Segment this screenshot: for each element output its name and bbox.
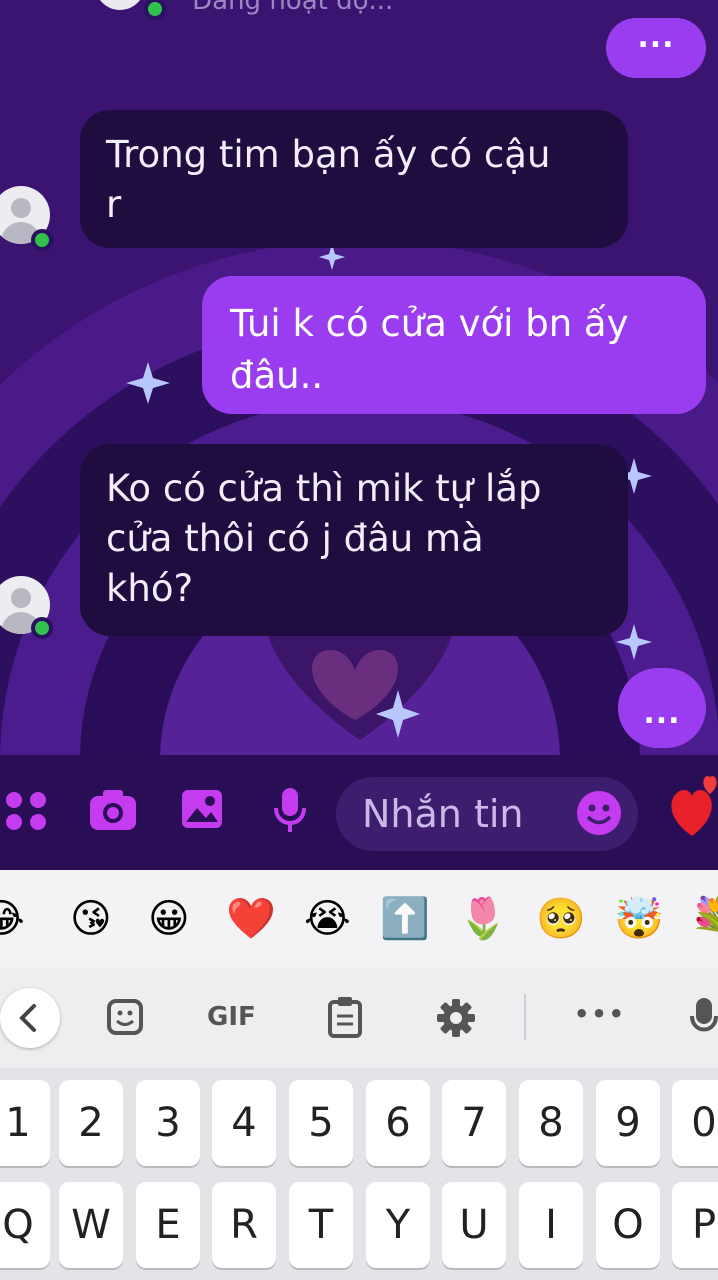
emoji-suggestion[interactable]: 🥺 bbox=[536, 894, 586, 944]
clipboard-icon[interactable] bbox=[327, 996, 363, 1038]
message-text: đâu.. bbox=[230, 354, 324, 397]
key[interactable]: 5 bbox=[289, 1080, 353, 1166]
key[interactable]: 9 bbox=[596, 1080, 660, 1166]
sticker-icon[interactable] bbox=[106, 998, 144, 1036]
incoming-message-bubble[interactable]: Trong tim bạn ấy có cậu r bbox=[80, 110, 628, 248]
emoji-suggestion[interactable]: 😂 bbox=[0, 894, 25, 944]
emoji-suggestion[interactable]: 💐 bbox=[690, 894, 718, 944]
key[interactable]: P bbox=[672, 1182, 718, 1268]
sent-message-tail: ... bbox=[606, 18, 706, 78]
key[interactable]: 0 bbox=[672, 1080, 718, 1166]
active-status: Đang hoạt độ... bbox=[192, 0, 394, 16]
emoji-suggestion[interactable]: 😘 bbox=[70, 894, 112, 944]
emoji-suggestion[interactable]: ❤️ bbox=[226, 894, 276, 944]
camera-icon[interactable] bbox=[88, 788, 138, 832]
emoji-suggestion[interactable]: 🌷 bbox=[458, 894, 508, 944]
emoji-suggestion[interactable]: ⬆️ bbox=[380, 894, 430, 944]
key[interactable]: E bbox=[136, 1182, 200, 1268]
keyboard: 1 2 3 4 5 6 7 8 9 0 Q W E R T Y U I O P bbox=[0, 1068, 718, 1280]
key[interactable]: 7 bbox=[442, 1080, 506, 1166]
key[interactable]: 4 bbox=[212, 1080, 276, 1166]
message-text: cửa thôi có j đâu mà bbox=[106, 517, 484, 560]
online-indicator bbox=[31, 229, 53, 251]
key[interactable]: I bbox=[519, 1182, 583, 1268]
online-indicator bbox=[31, 617, 53, 639]
key[interactable]: 3 bbox=[136, 1080, 200, 1166]
message-text: Tui k có cửa với bn ấy bbox=[230, 302, 629, 345]
incoming-message-bubble[interactable]: Ko có cửa thì mik tự lắp cửa thôi có j đ… bbox=[80, 444, 628, 636]
gif-button[interactable]: GIF bbox=[207, 1002, 256, 1032]
key[interactable]: 1 bbox=[0, 1080, 50, 1166]
key[interactable]: W bbox=[59, 1182, 123, 1268]
key[interactable]: Q bbox=[0, 1182, 50, 1268]
message-input-placeholder: Nhắn tin bbox=[362, 792, 524, 836]
keyboard-toolbar: GIF ••• bbox=[0, 968, 718, 1068]
chevron-left-icon bbox=[19, 1004, 36, 1032]
emoji-icon[interactable] bbox=[576, 790, 622, 836]
message-text: Trong tim bạn ấy có cậu bbox=[106, 133, 551, 176]
typing-indicator: ... bbox=[618, 668, 706, 748]
chat-area[interactable]: Đang hoạt độ... ... Trong tim bạn ấy có … bbox=[0, 0, 718, 755]
key[interactable]: Y bbox=[366, 1182, 430, 1268]
microphone-icon[interactable] bbox=[272, 788, 308, 834]
collapse-toolbar-button[interactable] bbox=[0, 988, 60, 1048]
voice-input-icon[interactable] bbox=[690, 998, 718, 1040]
gallery-icon[interactable] bbox=[180, 788, 224, 832]
outgoing-message-bubble[interactable]: Tui k có cửa với bn ấy đâu.. bbox=[202, 276, 706, 414]
key[interactable]: R bbox=[212, 1182, 276, 1268]
emoji-suggestion-bar: 😂 😘 😀 ❤️ 😭 ⬆️ 🌷 🥺 🤯 💐 bbox=[0, 870, 718, 970]
key[interactable]: O bbox=[596, 1182, 660, 1268]
message-text: khó? bbox=[106, 567, 194, 610]
key[interactable]: U bbox=[442, 1182, 506, 1268]
key[interactable]: 2 bbox=[59, 1080, 123, 1166]
key[interactable]: 8 bbox=[519, 1080, 583, 1166]
apps-icon[interactable] bbox=[4, 788, 48, 832]
heart-icon[interactable] bbox=[666, 776, 718, 842]
message-text: Ko có cửa thì mik tự lắp bbox=[106, 467, 542, 510]
emoji-suggestion[interactable]: 😭 bbox=[304, 894, 351, 944]
emoji-suggestion[interactable]: 😀 bbox=[148, 894, 190, 944]
key[interactable]: 6 bbox=[366, 1080, 430, 1166]
message-text: r bbox=[106, 183, 122, 226]
key[interactable]: T bbox=[289, 1182, 353, 1268]
more-options-button[interactable]: ••• bbox=[574, 1000, 626, 1028]
emoji-suggestion[interactable]: 🤯 bbox=[614, 894, 664, 944]
settings-gear-icon[interactable] bbox=[436, 998, 476, 1038]
toolbar-divider bbox=[524, 994, 526, 1040]
